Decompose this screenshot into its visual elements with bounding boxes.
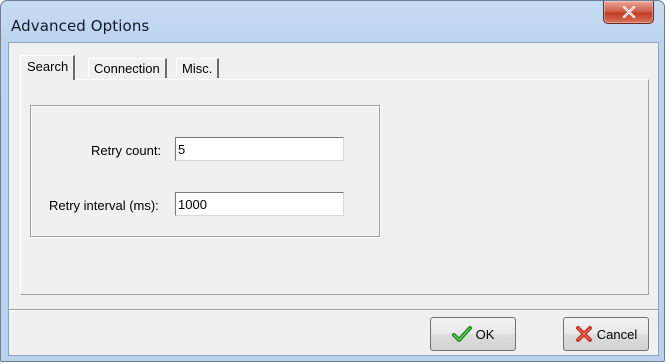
tab-connection[interactable]: Connection [88, 58, 167, 78]
title-bar[interactable]: Advanced Options [1, 1, 664, 39]
retry-count-label: Retry count: [91, 143, 162, 158]
tab-misc[interactable]: Misc. [176, 58, 220, 78]
tab-label: Search [27, 59, 69, 74]
close-button[interactable] [603, 1, 654, 24]
window-title: Advanced Options [11, 17, 150, 35]
ok-button-label: OK [475, 326, 495, 342]
checkmark-icon [451, 326, 472, 342]
dialog-client-area: Search Connection Misc. Retry count: Ret… [8, 42, 659, 356]
close-icon [622, 6, 635, 18]
cancel-button[interactable]: Cancel [563, 317, 649, 351]
retry-count-input[interactable] [175, 137, 344, 161]
tab-label: Connection [94, 61, 160, 76]
footer-separator [9, 309, 658, 311]
tab-label: Misc. [182, 61, 213, 76]
cancel-button-label: Cancel [596, 326, 638, 342]
search-options-group [30, 105, 380, 237]
dialog-window: Advanced Options Search Connection Misc.… [0, 0, 665, 362]
retry-interval-input[interactable] [175, 192, 344, 216]
ok-button[interactable]: OK [430, 317, 516, 351]
tab-search[interactable]: Search [20, 55, 76, 80]
retry-interval-label: Retry interval (ms): [49, 198, 159, 213]
x-icon [575, 326, 592, 342]
